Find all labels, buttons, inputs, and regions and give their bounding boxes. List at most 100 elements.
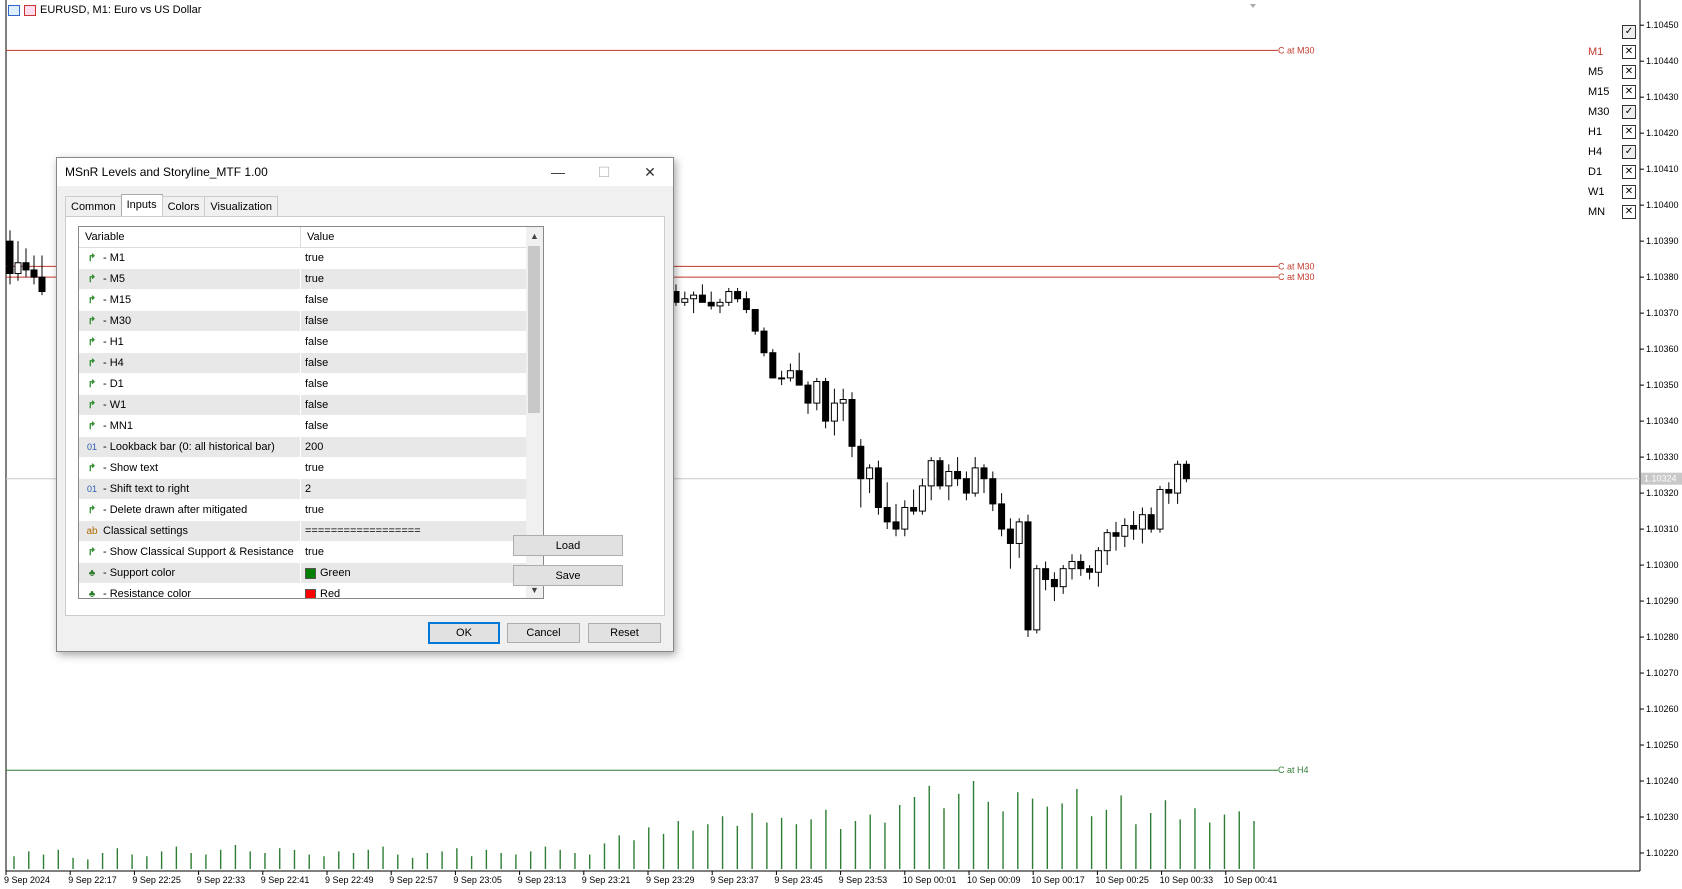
candle-body [707, 301, 715, 307]
value-cell[interactable]: 2 [301, 479, 311, 499]
value-cell[interactable]: true [301, 269, 324, 289]
variable-cell: ↱ - M15 [79, 290, 301, 310]
table-row[interactable]: 01 - Lookback bar (0: all historical bar)… [79, 437, 543, 458]
timeframe-row: ✓ [1588, 22, 1636, 42]
table-row[interactable]: ab Classical settings ================== [79, 521, 543, 542]
indicator-properties-dialog: MSnR Levels and Storyline_MTF 1.00 — ☐ ✕… [56, 157, 674, 652]
bool-type-icon: ↱ [87, 336, 97, 348]
window-menu-icon[interactable] [8, 4, 20, 16]
variable-value: true [305, 273, 324, 285]
x-mark-icon[interactable]: ✕ [1622, 85, 1636, 99]
table-row[interactable]: ↱ - MN1 false [79, 416, 543, 437]
volume-bars [13, 781, 1255, 869]
price-label: 1.10440 [1646, 56, 1679, 66]
variable-name: - D1 [103, 378, 124, 390]
table-row[interactable]: ↱ - M15 false [79, 290, 543, 311]
time-label: 9 Sep 23:21 [582, 875, 631, 885]
tab-colors[interactable]: Colors [161, 196, 206, 217]
variable-value: false [305, 420, 329, 432]
color-swatch [305, 567, 316, 579]
time-label: 9 Sep 23:37 [710, 875, 759, 885]
x-mark-icon[interactable]: ✕ [1622, 125, 1636, 139]
value-cell[interactable]: false [301, 311, 328, 331]
x-mark-icon[interactable]: ✕ [1622, 185, 1636, 199]
value-cell[interactable]: true [301, 248, 324, 268]
timeframe-label: W1 [1588, 186, 1605, 198]
scroll-thumb[interactable] [528, 246, 540, 413]
bool-type-icon: ↱ [87, 378, 97, 390]
value-cell[interactable]: 200 [301, 437, 323, 457]
candle-body [1130, 524, 1138, 530]
x-mark-icon[interactable]: ✕ [1622, 205, 1636, 219]
candle-body [1182, 463, 1190, 480]
table-row[interactable]: ↱ - Show text true [79, 458, 543, 479]
table-row[interactable]: ↱ - M5 true [79, 269, 543, 290]
scroll-up-icon[interactable]: ▲ [526, 227, 543, 244]
value-cell[interactable]: false [301, 395, 328, 415]
table-row[interactable]: ♣ - Support color Green [79, 563, 543, 584]
table-row[interactable]: ↱ - H4 false [79, 353, 543, 374]
price-label: 1.10360 [1646, 344, 1679, 354]
table-row[interactable]: ↱ - W1 false [79, 395, 543, 416]
variable-cell: ↱ - M30 [79, 311, 301, 331]
column-value[interactable]: Value [301, 227, 334, 247]
checkmark-icon[interactable]: ✓ [1622, 105, 1636, 119]
table-row[interactable]: ↱ - D1 false [79, 374, 543, 395]
inputs-grid: Variable Value ↱ - M1 true ↱ - M5 true ↱ - M15 f… [78, 226, 544, 599]
checkmark-icon[interactable]: ✓ [1622, 145, 1636, 159]
column-variable[interactable]: Variable [79, 227, 301, 247]
value-cell[interactable]: ================== [301, 521, 421, 541]
tab-inputs[interactable]: Inputs [120, 194, 163, 217]
ok-button[interactable]: OK [428, 622, 500, 644]
candle-body [998, 503, 1006, 530]
candle-body [822, 381, 830, 422]
load-button[interactable]: Load [513, 535, 623, 556]
variable-name: - Support color [103, 567, 176, 579]
price-label: 1.10300 [1646, 560, 1679, 570]
value-cell[interactable]: false [301, 416, 328, 436]
value-cell[interactable]: Red [301, 584, 340, 598]
table-row[interactable]: ↱ - Show Classical Support & Resistance tr… [79, 542, 543, 563]
value-cell[interactable]: true [301, 458, 324, 478]
bool-type-icon: ↱ [87, 504, 97, 516]
time-label: 10 Sep 00:01 [903, 875, 957, 885]
checkmark-icon[interactable]: ✓ [1622, 25, 1636, 39]
value-cell[interactable]: Green [301, 563, 351, 583]
variable-name: - Resistance color [103, 588, 192, 599]
value-cell[interactable]: false [301, 374, 328, 394]
candle-body [971, 467, 979, 494]
level-label: C at H4 [1278, 765, 1309, 775]
price-label: 1.10240 [1646, 776, 1679, 786]
price-label: 1.10340 [1646, 416, 1679, 426]
save-button[interactable]: Save [513, 565, 623, 586]
x-mark-icon[interactable]: ✕ [1622, 165, 1636, 179]
x-mark-icon[interactable]: ✕ [1622, 65, 1636, 79]
value-cell[interactable]: false [301, 353, 328, 373]
table-row[interactable]: ↱ - H1 false [79, 332, 543, 353]
close-icon[interactable]: ✕ [627, 158, 673, 186]
value-cell[interactable]: false [301, 290, 328, 310]
tab-common[interactable]: Common [65, 196, 122, 217]
value-cell[interactable]: false [301, 332, 328, 352]
time-axis: 9 Sep 2024 9 Sep 22:17 9 Sep 22:25 9 Sep 22… [4, 871, 1277, 885]
table-row[interactable]: 01 - Shift text to right 2 [79, 479, 543, 500]
variable-value: true [305, 252, 324, 264]
candle-body [962, 478, 970, 494]
reset-button[interactable]: Reset [588, 623, 661, 643]
table-row[interactable]: ↱ - Delete drawn after mitigated true [79, 500, 543, 521]
table-row[interactable]: ↱ - M30 false [79, 311, 543, 332]
tab-visualization[interactable]: Visualization [204, 196, 278, 217]
value-cell[interactable]: true [301, 542, 324, 562]
cancel-button[interactable]: Cancel [507, 623, 580, 643]
variable-cell: ♣ - Resistance color [79, 584, 301, 599]
minimize-icon[interactable]: — [535, 158, 581, 186]
value-cell[interactable]: true [301, 500, 324, 520]
timeframe-row: MN ✕ [1588, 202, 1636, 222]
table-row[interactable]: ↱ - M1 true [79, 248, 543, 269]
x-mark-icon[interactable]: ✕ [1622, 45, 1636, 59]
dialog-titlebar[interactable]: MSnR Levels and Storyline_MTF 1.00 — ☐ ✕ [57, 158, 673, 186]
table-row[interactable]: ♣ - Resistance color Red [79, 584, 543, 599]
candle-body [690, 294, 698, 300]
variable-cell: ↱ - M5 [79, 269, 301, 289]
timeframe-label: MN [1588, 206, 1606, 218]
